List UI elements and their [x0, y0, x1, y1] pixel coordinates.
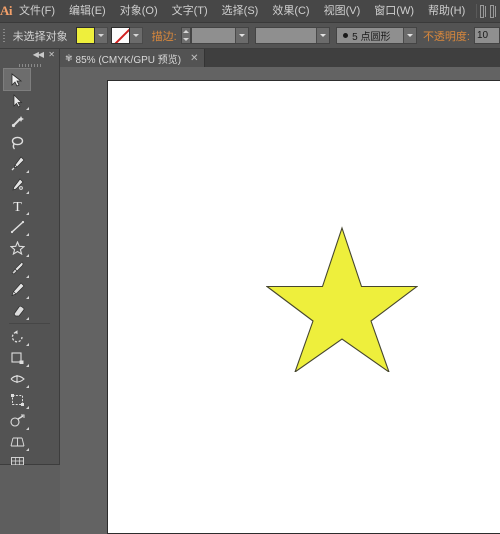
tool-perspective-grid[interactable] — [4, 431, 30, 452]
flyout-triangle-icon — [26, 317, 29, 320]
menu-object[interactable]: 对象(O) — [113, 0, 165, 23]
menu-effect[interactable]: 效果(C) — [265, 0, 316, 23]
svg-text:T: T — [13, 200, 22, 213]
tool-width[interactable] — [4, 368, 30, 389]
menu-type[interactable]: 文字(T) — [165, 0, 215, 23]
menu-window[interactable]: 窗口(W) — [367, 0, 421, 23]
tool-rotate[interactable] — [4, 326, 30, 347]
star-shape[interactable] — [266, 226, 418, 372]
flyout-triangle-icon — [26, 212, 29, 215]
artboard[interactable] — [107, 80, 500, 534]
tool-selection[interactable] — [3, 68, 31, 91]
document-tab-bar: ✾ 85% (CMYK/GPU 预览) ✕ — [60, 49, 500, 67]
tool-lasso[interactable] — [4, 132, 30, 153]
canvas-area[interactable]: Baidu 经验 jingyan.baidu.com — [60, 67, 500, 534]
tool-curvature[interactable] — [4, 174, 30, 195]
stroke-weight-input[interactable] — [191, 27, 250, 44]
collapse-panel-icon[interactable]: ◀◀ — [33, 50, 44, 59]
stroke-swatch[interactable] — [110, 27, 130, 44]
variable-width-chevron-down-icon[interactable] — [316, 28, 330, 43]
stroke-weight-label: 描边: — [151, 30, 177, 43]
tools-panel-grip[interactable] — [0, 61, 59, 69]
tool-direct-selection[interactable] — [4, 90, 30, 111]
document-tab[interactable]: ✾ 85% (CMYK/GPU 预览) ✕ — [60, 49, 205, 67]
stroke-dropdown-arrow[interactable] — [129, 27, 143, 44]
tool-paintbrush[interactable] — [4, 258, 30, 279]
opacity-label: 不透明度: — [422, 30, 470, 43]
variable-width-profile-select[interactable] — [255, 27, 331, 44]
flyout-triangle-icon — [26, 254, 29, 257]
menu-file[interactable]: 文件(F) — [12, 0, 62, 23]
toolbar-bottom-filler — [0, 465, 60, 534]
close-icon[interactable]: ✕ — [190, 53, 198, 64]
fill-dropdown-arrow[interactable] — [94, 27, 108, 44]
tool-shape-star[interactable] — [4, 237, 30, 258]
fill-color-control[interactable] — [75, 27, 108, 44]
brush-definition-chevron-down-icon[interactable] — [402, 28, 416, 43]
tool-pen[interactable] — [4, 153, 30, 174]
flyout-triangle-icon — [26, 406, 29, 409]
tool-magic-wand[interactable] — [4, 111, 30, 132]
stroke-color-control[interactable] — [110, 27, 143, 44]
tool-pencil[interactable] — [4, 279, 30, 300]
tools-panel: ◀◀ ✕ T — [0, 49, 60, 532]
illustrator-window: Ai 文件(F) 编辑(E) 对象(O) 文字(T) 选择(S) 效果(C) 视… — [0, 0, 500, 534]
selection-status-label: 未选择对象 — [12, 30, 68, 43]
tool-divider — [9, 323, 50, 324]
document-icon: ✾ — [65, 52, 73, 63]
workspace-switcher-icon[interactable] — [490, 4, 496, 18]
stroke-weight-stepper[interactable] — [180, 27, 192, 44]
brush-dot-icon — [343, 33, 349, 38]
menu-select[interactable]: 选择(S) — [215, 0, 266, 23]
menu-edit[interactable]: 编辑(E) — [62, 0, 113, 23]
close-panel-icon[interactable]: ✕ — [48, 50, 55, 59]
flyout-triangle-icon — [26, 107, 29, 110]
brush-definition-select[interactable]: 5 点圆形 — [336, 27, 417, 44]
stroke-weight-chevron-down-icon[interactable] — [235, 28, 249, 43]
flyout-triangle-icon — [26, 427, 29, 430]
tool-free-transform[interactable] — [4, 389, 30, 410]
flyout-triangle-icon — [26, 343, 29, 346]
flyout-triangle-icon — [26, 385, 29, 388]
flyout-triangle-icon — [26, 364, 29, 367]
flyout-triangle-icon — [26, 170, 29, 173]
tool-eraser[interactable] — [4, 300, 30, 321]
fill-swatch[interactable] — [75, 27, 95, 44]
tools-panel-header: ◀◀ ✕ — [0, 49, 59, 61]
flyout-triangle-icon — [26, 191, 29, 194]
tool-shape-builder[interactable] — [4, 410, 30, 431]
flyout-triangle-icon — [26, 448, 29, 451]
menu-help[interactable]: 帮助(H) — [421, 0, 472, 23]
brush-definition-value: 5 点圆形 — [352, 32, 391, 43]
arrange-documents-icon[interactable] — [480, 4, 487, 18]
tool-line-segment[interactable] — [4, 216, 30, 237]
menu-bar: Ai 文件(F) 编辑(E) 对象(O) 文字(T) 选择(S) 效果(C) 视… — [0, 0, 500, 23]
document-tab-title: 85% (CMYK/GPU 预览) — [75, 54, 182, 66]
menu-view[interactable]: 视图(V) — [317, 0, 368, 23]
flyout-triangle-icon — [26, 233, 29, 236]
control-bar-grip[interactable] — [0, 23, 9, 49]
flyout-triangle-icon — [26, 275, 29, 278]
app-logo-icon: Ai — [0, 3, 13, 18]
flyout-triangle-icon — [26, 296, 29, 299]
tool-scale[interactable] — [4, 347, 30, 368]
tool-type[interactable]: T — [4, 195, 30, 216]
opacity-input[interactable]: 10 — [474, 27, 500, 44]
control-bar: 未选择对象 描边: 5 点圆形 不透明度: 10 — [0, 23, 500, 49]
